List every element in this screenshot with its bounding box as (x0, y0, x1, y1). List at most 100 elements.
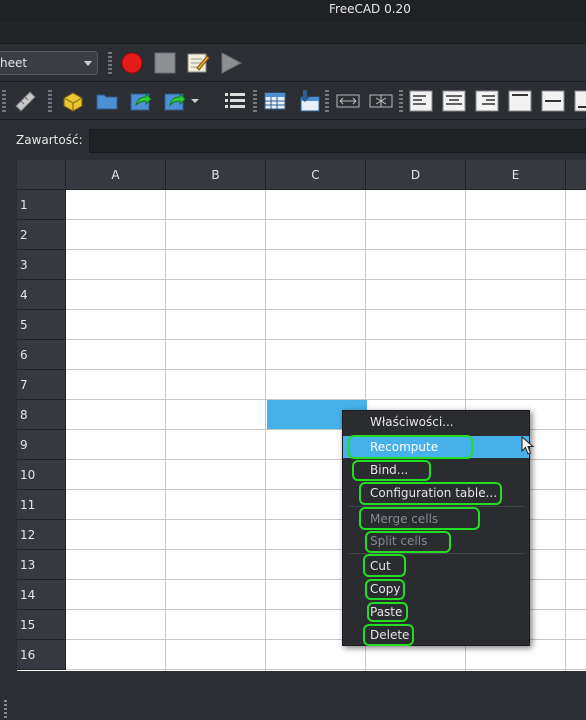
link-actions-dropdown[interactable] (190, 88, 200, 114)
list-icon (225, 93, 245, 108)
tree-view-button[interactable] (222, 88, 248, 114)
toolbar-grip[interactable] (399, 90, 403, 112)
menu-item-properties[interactable]: Właściwości... (343, 411, 529, 433)
row-header-6[interactable]: 6 (17, 340, 66, 370)
cell-contents-bar: Zawartość: (0, 120, 586, 160)
menu-item-cut[interactable]: Cut (343, 555, 529, 577)
column-header-c[interactable]: C (266, 160, 366, 190)
folder-icon (96, 94, 118, 110)
menu-item-delete[interactable]: Delete (343, 624, 529, 646)
align-right-button[interactable] (474, 88, 500, 114)
measure-button[interactable] (12, 88, 38, 114)
row-header-15[interactable]: 15 (17, 610, 66, 640)
row-header-2[interactable]: 2 (17, 220, 66, 250)
align-bottom-button[interactable] (573, 88, 586, 114)
run-macro-icon (221, 52, 243, 74)
toolbar-grip[interactable] (253, 90, 257, 112)
toolbar-grip[interactable] (2, 90, 6, 112)
record-macro-icon (121, 52, 143, 74)
split-cells-icon (369, 94, 393, 108)
workbench-selector[interactable]: heet (0, 51, 98, 75)
link-button[interactable] (128, 88, 154, 114)
gridline (66, 369, 586, 370)
align-left-button[interactable] (408, 88, 434, 114)
edit-macro-icon (187, 53, 210, 73)
row-header-8[interactable]: 8 (17, 400, 66, 430)
toolbar-grip[interactable] (48, 90, 52, 112)
row-header-3[interactable]: 3 (17, 250, 66, 280)
row-header-4[interactable]: 4 (17, 280, 66, 310)
row-header-10[interactable]: 10 (17, 460, 66, 490)
row-header-1[interactable]: 1 (17, 190, 66, 220)
row-header-11[interactable]: 11 (17, 490, 66, 520)
spreadsheet-import-icon (300, 90, 320, 112)
edit-macro-button[interactable] (185, 50, 211, 76)
column-header-b[interactable]: B (166, 160, 266, 190)
record-macro-button[interactable] (119, 50, 145, 76)
contents-input[interactable] (89, 129, 586, 153)
menu-item-split-cells: Split cells (370, 534, 428, 548)
column-header-e[interactable]: E (466, 160, 566, 190)
row-header-16[interactable]: 16 (17, 640, 66, 670)
toolbar-grip[interactable] (325, 90, 329, 112)
title-bar: FreeCAD 0.20 (0, 0, 586, 22)
align-top-button[interactable] (507, 88, 533, 114)
create-spreadsheet-button[interactable] (262, 88, 288, 114)
spreadsheet-new-icon (264, 92, 286, 110)
align-left-icon (409, 90, 433, 112)
toolbar-grip[interactable] (108, 52, 112, 74)
gridline (66, 669, 586, 670)
row-header-9[interactable]: 9 (17, 430, 66, 460)
align-vcenter-icon (541, 90, 565, 112)
gridline (66, 279, 586, 280)
align-right-icon (475, 90, 499, 112)
split-cells-button[interactable] (368, 88, 394, 114)
menu-item-recompute[interactable]: Recompute (343, 436, 529, 458)
align-vcenter-button[interactable] (540, 88, 566, 114)
menu-item-configuration-table[interactable]: Configuration table... (343, 482, 529, 504)
row-header-13[interactable]: 13 (17, 550, 66, 580)
menu-item-bind[interactable]: Bind... (343, 459, 529, 481)
row-header-7[interactable]: 7 (17, 370, 66, 400)
align-top-icon (508, 90, 532, 112)
stop-macro-button[interactable] (152, 50, 178, 76)
align-center-icon (442, 90, 466, 112)
spreadsheet-toolbar (0, 82, 586, 120)
gridline (66, 249, 586, 250)
mouse-pointer-icon (521, 436, 535, 455)
chevron-down-icon (191, 99, 199, 103)
link-icon (130, 92, 152, 111)
splitter-handle[interactable] (4, 700, 7, 720)
column-header-a[interactable]: A (66, 160, 166, 190)
link-actions-button[interactable] (162, 88, 188, 114)
ruler-icon (15, 91, 36, 112)
menu-item-merge-cells: Merge cells (370, 512, 439, 526)
menu-bar-area (0, 22, 586, 44)
gridline (165, 190, 166, 671)
workbench-toolbar: heet (0, 44, 586, 82)
column-header-next[interactable] (566, 160, 586, 190)
align-center-button[interactable] (441, 88, 467, 114)
menu-item-paste[interactable]: Paste (343, 601, 529, 623)
merge-cells-icon (336, 94, 360, 108)
link-actions-icon (164, 92, 186, 111)
stop-macro-icon (154, 52, 176, 74)
row-header-12[interactable]: 12 (17, 520, 66, 550)
context-menu: Właściwości... Recompute Bind... Configu… (342, 410, 530, 646)
left-panel-strip (0, 160, 17, 720)
row-header-5[interactable]: 5 (17, 310, 66, 340)
create-group-button[interactable] (94, 88, 120, 114)
gridline (66, 339, 586, 340)
create-part-button[interactable] (60, 88, 86, 114)
import-spreadsheet-button[interactable] (296, 88, 322, 114)
menu-item-copy[interactable]: Copy (343, 578, 529, 600)
gridline (66, 309, 586, 310)
workbench-selector-value: heet (0, 56, 28, 70)
part-icon (63, 92, 83, 112)
row-header-14[interactable]: 14 (17, 580, 66, 610)
select-all-corner[interactable] (17, 160, 66, 190)
merge-cells-button[interactable] (335, 88, 361, 114)
column-header-d[interactable]: D (366, 160, 466, 190)
chevron-down-icon (84, 61, 92, 66)
run-macro-button[interactable] (218, 50, 244, 76)
